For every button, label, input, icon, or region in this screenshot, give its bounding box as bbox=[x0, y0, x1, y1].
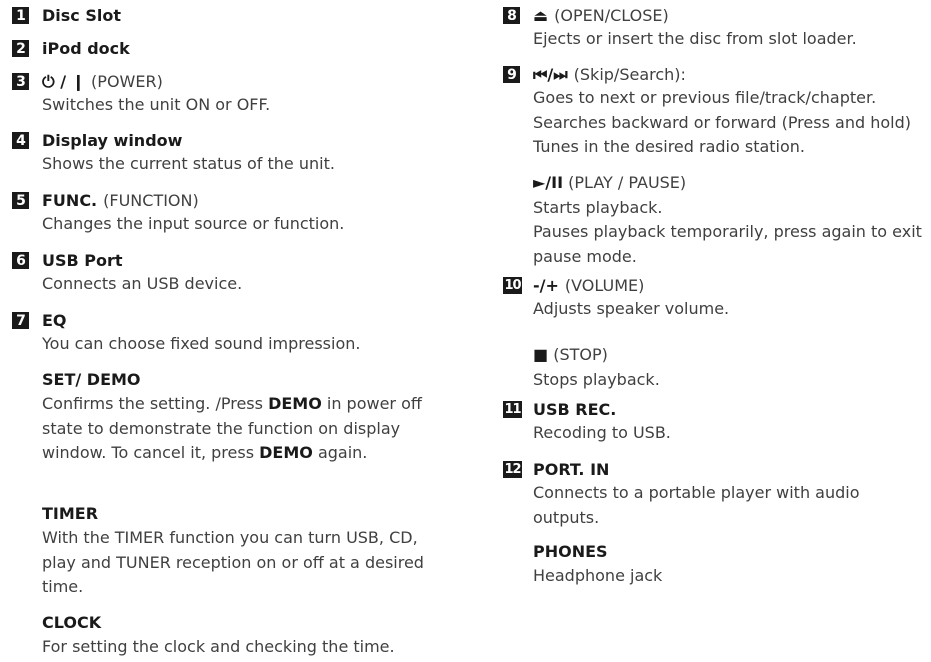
item-desc-line: pause mode. bbox=[533, 246, 637, 266]
item-number: 3 bbox=[12, 73, 29, 90]
item-timer: TIMER With the TIMER function you can tu… bbox=[12, 502, 457, 600]
item-number: 9 bbox=[503, 66, 520, 83]
item-desc: Changes the input source or function. bbox=[42, 214, 345, 233]
item-desc: Recoding to USB. bbox=[533, 423, 671, 442]
item-paren: (POWER) bbox=[91, 72, 163, 91]
item-number: 2 bbox=[12, 40, 29, 57]
item-open-close: 8 ⏏ (OPEN/CLOSE) Ejects or insert the di… bbox=[503, 4, 923, 52]
item-number: 11 bbox=[503, 401, 522, 418]
item-desc: Shows the current status of the unit. bbox=[42, 154, 335, 173]
item-ipod-dock: 2 iPod dock bbox=[12, 37, 457, 60]
item-paren: (VOLUME) bbox=[564, 276, 645, 295]
item-desc-line: Goes to next or previous file/track/chap… bbox=[533, 88, 877, 107]
item-display-window: 4 Display window Shows the current statu… bbox=[12, 129, 457, 177]
item-title: FUNC. bbox=[42, 191, 98, 210]
item-desc-line: state to demonstrate the function on dis… bbox=[42, 418, 401, 438]
item-desc: For setting the clock and checking the t… bbox=[42, 637, 395, 656]
item-number: 4 bbox=[12, 132, 29, 149]
item-phones: PHONES Headphone jack bbox=[503, 540, 923, 589]
item-number: 8 bbox=[503, 7, 520, 24]
item-desc-line: Confirms the setting. /Press DEMO in pow… bbox=[42, 394, 422, 413]
item-title: PHONES bbox=[533, 542, 608, 561]
item-number: 10 bbox=[503, 277, 522, 294]
item-usb-port: 6 USB Port Connects an USB device. bbox=[12, 249, 457, 297]
item-title: USB Port bbox=[42, 251, 123, 270]
item-title: TIMER bbox=[42, 504, 99, 523]
item-paren: (Skip/Search): bbox=[573, 65, 686, 84]
item-title: -/+ bbox=[533, 276, 559, 295]
item-power: 3 ⏻ / ❙ (POWER) Switches the unit ON or … bbox=[12, 70, 457, 118]
item-head: ■ (STOP) bbox=[533, 343, 923, 368]
eject-icon: ⏏ bbox=[533, 6, 549, 25]
item-func: 5 FUNC. (FUNCTION) Changes the input sou… bbox=[12, 189, 457, 237]
item-desc-line: outputs. bbox=[533, 507, 600, 527]
item-desc-line: play and TUNER reception on or off at a … bbox=[42, 552, 424, 572]
item-number: 7 bbox=[12, 312, 29, 329]
item-title: CLOCK bbox=[42, 613, 102, 632]
item-desc: You can choose fixed sound impression. bbox=[42, 334, 361, 353]
item-paren: (OPEN/CLOSE) bbox=[554, 6, 669, 25]
item-title: EQ bbox=[42, 311, 67, 330]
item-set-demo: SET/ DEMO Confirms the setting. /Press D… bbox=[12, 368, 457, 466]
skip-icon: ⏮/⏭ bbox=[533, 64, 568, 84]
item-desc: Ejects or insert the disc from slot load… bbox=[533, 29, 857, 48]
item-desc: Adjusts speaker volume. bbox=[533, 299, 730, 318]
item-number: 1 bbox=[12, 7, 29, 24]
item-usb-rec: 11 USB REC. Recoding to USB. bbox=[503, 398, 923, 446]
item-volume: 10 -/+ (VOLUME) Adjusts speaker volume. bbox=[503, 274, 923, 322]
item-desc-line: Starts playback. bbox=[533, 197, 663, 217]
stop-icon: ■ bbox=[533, 345, 549, 364]
item-desc-line: With the TIMER function you can turn USB… bbox=[42, 528, 418, 547]
item-stop: ■ (STOP) Stops playback. bbox=[503, 343, 923, 392]
item-port-in: 12 PORT. IN Connects to a portable playe… bbox=[503, 458, 923, 530]
item-disc-slot: 1 Disc Slot bbox=[12, 4, 457, 27]
manual-page: 1 Disc Slot 2 iPod dock 3 ⏻ / ❙ (POWER) … bbox=[0, 0, 931, 662]
item-play-pause: ►/II (PLAY / PAUSE) Starts playback. Pau… bbox=[503, 171, 923, 269]
item-number: 5 bbox=[12, 192, 29, 209]
item-desc: Switches the unit ON or OFF. bbox=[42, 95, 271, 114]
item-number: 6 bbox=[12, 252, 29, 269]
item-desc-line: window. To cancel it, press DEMO again. bbox=[42, 443, 368, 462]
item-desc-line: Searches backward or forward (Press and … bbox=[533, 112, 911, 132]
item-desc-line: time. bbox=[42, 577, 84, 596]
item-title: Display window bbox=[42, 131, 183, 150]
item-desc-line: Pauses playback temporarily, press again… bbox=[533, 222, 922, 241]
item-head: ►/II (PLAY / PAUSE) bbox=[533, 171, 923, 196]
item-desc: Stops playback. bbox=[533, 369, 660, 389]
item-desc-line: Connects to a portable player with audio bbox=[533, 483, 860, 502]
item-desc: Headphone jack bbox=[533, 566, 663, 585]
power-icon: ⏻ / ❙ bbox=[42, 71, 86, 91]
item-paren: (STOP) bbox=[553, 345, 608, 364]
item-paren: (PLAY / PAUSE) bbox=[568, 173, 687, 192]
item-title: SET/ DEMO bbox=[42, 370, 141, 389]
play-pause-icon: ►/II bbox=[533, 173, 564, 192]
item-desc: Connects an USB device. bbox=[42, 274, 243, 293]
item-number: 12 bbox=[503, 461, 522, 478]
item-skip-search: 9 ⏮/⏭ (Skip/Search): Goes to next or pre… bbox=[503, 63, 923, 160]
item-clock: CLOCK For setting the clock and checking… bbox=[12, 611, 457, 660]
item-eq: 7 EQ You can choose fixed sound impressi… bbox=[12, 309, 457, 357]
item-title: PORT. IN bbox=[533, 460, 610, 479]
item-paren: (FUNCTION) bbox=[103, 191, 199, 210]
item-title: Disc Slot bbox=[42, 6, 121, 25]
item-title: iPod dock bbox=[42, 39, 130, 58]
item-title: USB REC. bbox=[533, 400, 617, 419]
item-desc-line: Tunes in the desired radio station. bbox=[533, 137, 806, 156]
